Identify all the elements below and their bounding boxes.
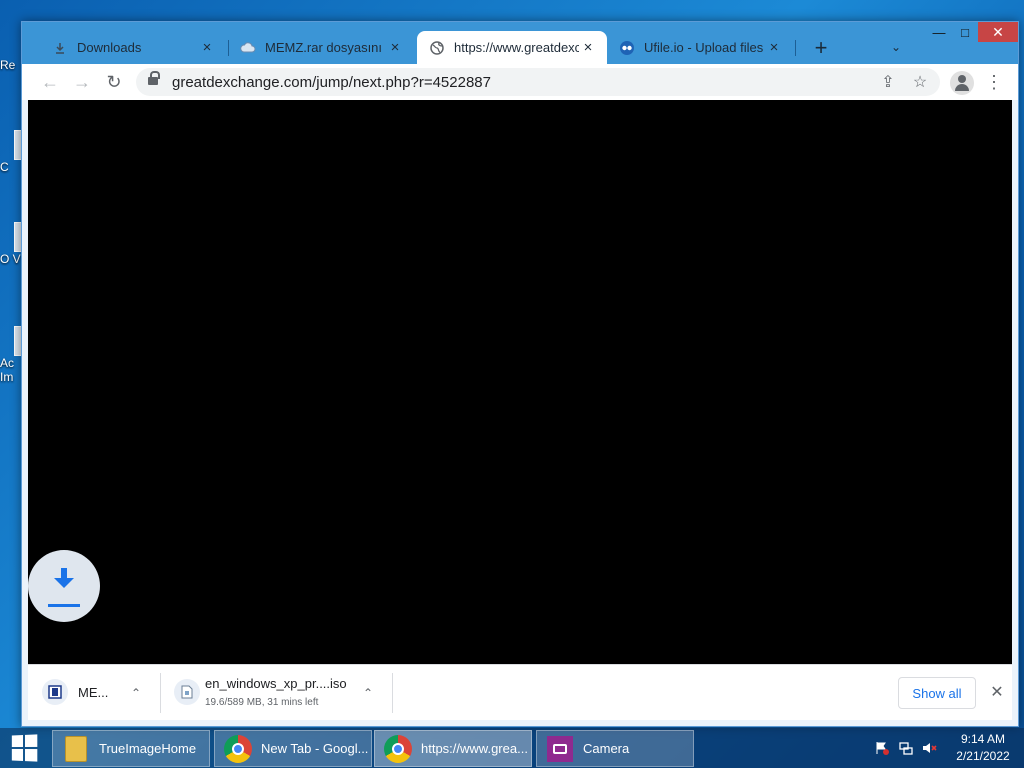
rar-icon: [42, 679, 68, 705]
download-item-windows-xp[interactable]: en_windows_xp_pr....iso 19.6/589 MB, 31 …: [160, 665, 394, 721]
file-icon: [174, 679, 200, 705]
chrome-icon: [383, 734, 413, 763]
download-floating-button[interactable]: [28, 550, 100, 622]
desktop-icon-label: C: [0, 160, 9, 174]
network-icon[interactable]: [898, 740, 914, 756]
download-item-memz[interactable]: ME... ⌃: [28, 665, 158, 721]
forward-button[interactable]: →: [68, 68, 96, 96]
tab-downloads[interactable]: Downloads ×: [40, 31, 226, 64]
close-window-button[interactable]: ✕: [978, 22, 1018, 42]
tab-greatdexchange[interactable]: https://www.greatdexchange.com ×: [417, 31, 607, 64]
tab-memz[interactable]: MEMZ.rar dosyasını indir ×: [228, 31, 414, 64]
download-shelf: ME... ⌃ en_windows_xp_pr....iso 19.6/589…: [28, 664, 1012, 720]
folder-icon: [61, 735, 91, 763]
tab-strip: Downloads × MEMZ.rar dosyasını indir × h…: [22, 22, 1018, 64]
taskbar-item-new-tab[interactable]: New Tab - Googl...: [214, 730, 372, 767]
bookmark-star-icon[interactable]: ☆: [908, 70, 932, 94]
close-icon[interactable]: ×: [198, 39, 216, 57]
volume-muted-icon[interactable]: [922, 740, 938, 756]
action-center-flag-icon[interactable]: [874, 740, 890, 756]
close-icon[interactable]: ✕: [986, 681, 1008, 703]
download-icon: [52, 40, 68, 56]
chevron-up-icon[interactable]: ⌃: [126, 683, 146, 703]
download-filename: en_windows_xp_pr....iso: [205, 676, 347, 691]
taskbar-item-label: https://www.grea...: [421, 741, 528, 756]
taskbar: TrueImageHome New Tab - Googl... https:/…: [0, 728, 1024, 768]
tab-title: Ufile.io - Upload files for free: [644, 40, 765, 55]
tab-title: Downloads: [77, 40, 142, 55]
close-icon[interactable]: ×: [579, 39, 597, 57]
start-button[interactable]: [0, 728, 48, 768]
taskbar-item-label: Camera: [583, 741, 630, 756]
globe-icon: [429, 40, 445, 56]
lock-icon[interactable]: [148, 71, 160, 87]
tab-divider: [795, 40, 796, 56]
download-filename: ME...: [78, 685, 109, 700]
download-divider: [392, 673, 393, 713]
profile-avatar-icon[interactable]: [950, 71, 974, 95]
desktop-icon-label: Re: [0, 58, 16, 72]
download-arrow-icon: [54, 568, 74, 592]
download-underline: [48, 604, 80, 607]
minimize-button[interactable]: —: [926, 22, 952, 42]
show-all-downloads-button[interactable]: Show all: [898, 677, 976, 709]
url-text[interactable]: greatdexchange.com/jump/next.php?r=45228…: [172, 74, 491, 91]
download-progress-text: 19.6/589 MB, 31 mins left: [205, 697, 319, 708]
maximize-button[interactable]: □: [952, 22, 978, 42]
tab-ufile[interactable]: Ufile.io - Upload files for free ×: [607, 31, 793, 64]
camera-icon: [545, 735, 575, 763]
windows-logo-icon: [11, 734, 38, 762]
new-tab-button[interactable]: +: [808, 35, 834, 61]
back-button[interactable]: ←: [36, 68, 64, 96]
system-clock[interactable]: 9:14 AM 2/21/2022: [948, 731, 1018, 765]
tab-title: https://www.greatdexchange.com: [454, 40, 579, 55]
taskbar-item-label: TrueImageHome: [99, 741, 197, 756]
tab-title: MEMZ.rar dosyasını indir: [265, 40, 386, 55]
desktop-icon-label: Ac Im: [0, 356, 15, 384]
page-content[interactable]: [28, 100, 1012, 664]
chevron-up-icon[interactable]: ⌃: [358, 683, 378, 703]
close-icon[interactable]: ×: [386, 39, 404, 57]
address-bar[interactable]: greatdexchange.com/jump/next.php?r=45228…: [136, 68, 940, 96]
close-icon[interactable]: ×: [765, 39, 783, 57]
reload-button[interactable]: ↻: [100, 68, 128, 96]
taskbar-item-label: New Tab - Googl...: [261, 741, 369, 756]
chrome-icon: [223, 734, 253, 763]
taskbar-item-trueimagehome[interactable]: TrueImageHome: [52, 730, 210, 767]
ufile-icon: [619, 40, 635, 56]
taskbar-item-camera[interactable]: Camera: [536, 730, 694, 767]
cloud-icon: [240, 40, 256, 56]
desktop-icon-label: O V: [0, 252, 21, 266]
tab-search-button[interactable]: ⌄: [884, 35, 908, 59]
share-icon[interactable]: ⇪: [876, 70, 900, 94]
clock-date: 2/21/2022: [956, 749, 1010, 763]
browser-window: Downloads × MEMZ.rar dosyasını indir × h…: [21, 21, 1019, 727]
clock-time: 9:14 AM: [960, 732, 1006, 746]
browser-menu-button[interactable]: ⋮: [982, 68, 1006, 96]
browser-toolbar: ← → ↻ greatdexchange.com/jump/next.php?r…: [22, 64, 1018, 100]
taskbar-item-greatdexchange[interactable]: https://www.grea...: [374, 730, 532, 767]
